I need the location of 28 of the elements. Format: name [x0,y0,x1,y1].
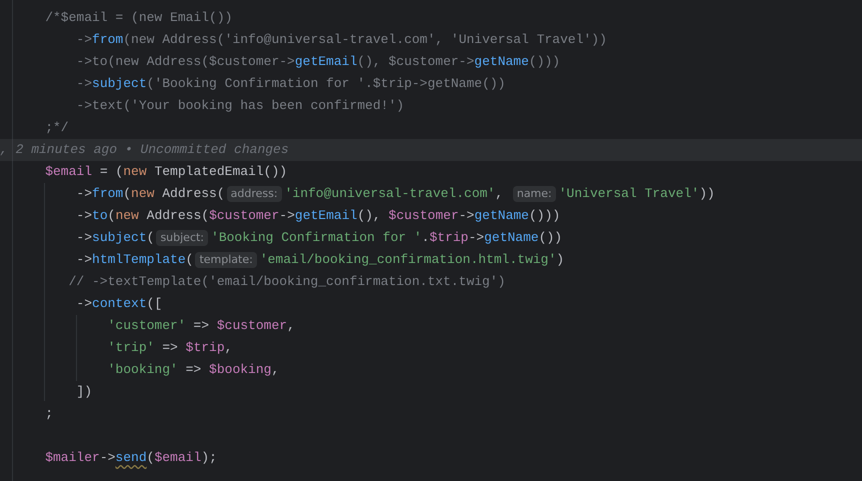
code-text: 'Booking Confirmation for '.$trip->getName()) [211,229,562,247]
code-text: // ->textTemplate('email/booking_confirmation.txt.twig') [68,273,506,291]
code-text: ->text('Your booking has been confirmed!') [76,97,404,115]
code-text: ->to(new Address($customer->getEmail(), $customer->getName())) [76,53,560,71]
code-text: ->from(new Address('info@universal-travel.com', 'Universal Travel')) [76,31,607,49]
blame-annotation: , 2 minutes ago • Uncommitted changes [0,141,289,159]
code-text: ->context([ [76,295,162,313]
code-text: ->htmlTemplate( [76,251,194,269]
code-text: ]) [76,383,92,401]
code-text: $email = (new TemplatedEmail()) [45,163,288,181]
parameter-hint: subject: [156,230,208,246]
parameter-hint: name: [512,186,556,202]
parameter-hint: template: [195,252,257,268]
code-text: ;*/ [45,119,69,137]
code-text: 'email/booking_confirmation.html.twig') [260,251,564,269]
code-text: ->from(new Address( [76,185,225,203]
code-text: 'trip' => $trip, [108,339,232,357]
code-text: 'Universal Travel')) [558,185,715,203]
code-text: 'info@universal-travel.com', [284,185,504,203]
code-text: 'customer' => $customer, [108,317,295,335]
code-text: ->subject('Booking Confirmation for '.$trip->getName()) [76,75,506,93]
code-text: 'booking' => $booking, [108,361,280,379]
parameter-hint: address: [226,186,282,202]
code-text: $mailer->send($email); [45,449,217,467]
code-text: ->subject( [76,229,154,247]
code-text: ; [45,405,54,423]
code-text: ->to(new Address($customer->getEmail(), $customer->getName())) [76,207,560,225]
code-text: /*$email = (new Email()) [45,9,232,27]
